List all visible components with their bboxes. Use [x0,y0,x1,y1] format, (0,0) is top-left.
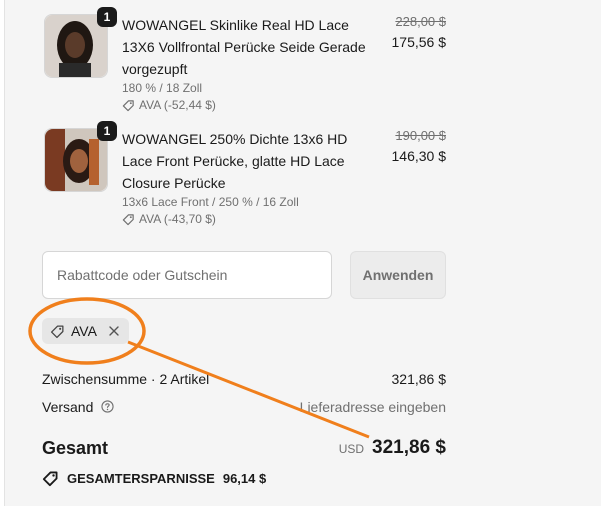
savings-label: GESAMTERSPARNISSE [67,471,215,486]
applied-discount-chip: AVA [42,318,129,344]
shipping-row: Versand Lieferadresse eingeben [42,399,446,415]
product-title: WOWANGEL 250% Dichte 13x6 HD Lace Front … [122,131,348,191]
currency-code: USD [338,442,365,456]
subtotal-row: Zwischensumme · 2 Artikel 321,86 $ [42,371,446,387]
product-title: WOWANGEL Skinlike Real HD Lace 13X6 Voll… [122,17,366,77]
close-icon[interactable] [107,324,121,338]
tag-icon [50,325,64,338]
savings-value: 96,14 $ [222,471,267,486]
subtotal-label: Zwischensumme · 2 Artikel [42,371,210,387]
discount-code-input[interactable]: Rabattcode oder Gutschein [42,251,332,299]
original-price: 190,00 $ [395,128,446,143]
product-thumbnail: 1 [44,7,117,78]
shipping-value: Lieferadresse eingeben [299,399,446,415]
product-variant: 180 % / 18 Zoll [122,81,203,95]
quantity-badge: 1 [97,121,117,141]
apply-discount-button[interactable]: Anwenden [350,251,446,299]
quantity-badge: 1 [97,7,117,27]
original-price: 228,00 $ [395,14,446,29]
discount-code-placeholder: Rabattcode oder Gutschein [57,267,228,283]
item-discount: AVA (-43,70 $) [122,212,216,226]
total-value: 321,86 $ [372,437,446,458]
discounted-price: 146,30 $ [391,148,447,164]
total-label: Gesamt [42,438,109,458]
total-savings: GESAMTERSPARNISSE 96,14 $ [42,470,266,487]
shipping-label: Versand [42,399,94,415]
product-thumbnail: 1 [44,121,117,192]
discounted-price: 175,56 $ [391,34,447,50]
subtotal-value: 321,86 $ [391,371,447,387]
total-amount: USD 321,86 $ [339,437,446,459]
line-item: 1 WOWANGEL Skinlike Real HD Lace 13X6 Vo… [44,7,447,114]
product-variant: 13x6 Lace Front / 250 % / 16 Zoll [122,195,299,209]
line-item: 1 WOWANGEL 250% Dichte 13x6 HD Lace Fron… [44,121,447,228]
tag-icon [122,99,134,111]
item-discount: AVA (-52,44 $) [122,98,216,112]
applied-discount-code: AVA [71,323,97,339]
tag-icon [42,471,58,487]
item-discount-label: AVA (-52,44 $) [139,98,216,112]
help-icon[interactable] [101,400,114,413]
tag-icon [122,213,134,225]
item-discount-label: AVA (-43,70 $) [139,212,216,226]
